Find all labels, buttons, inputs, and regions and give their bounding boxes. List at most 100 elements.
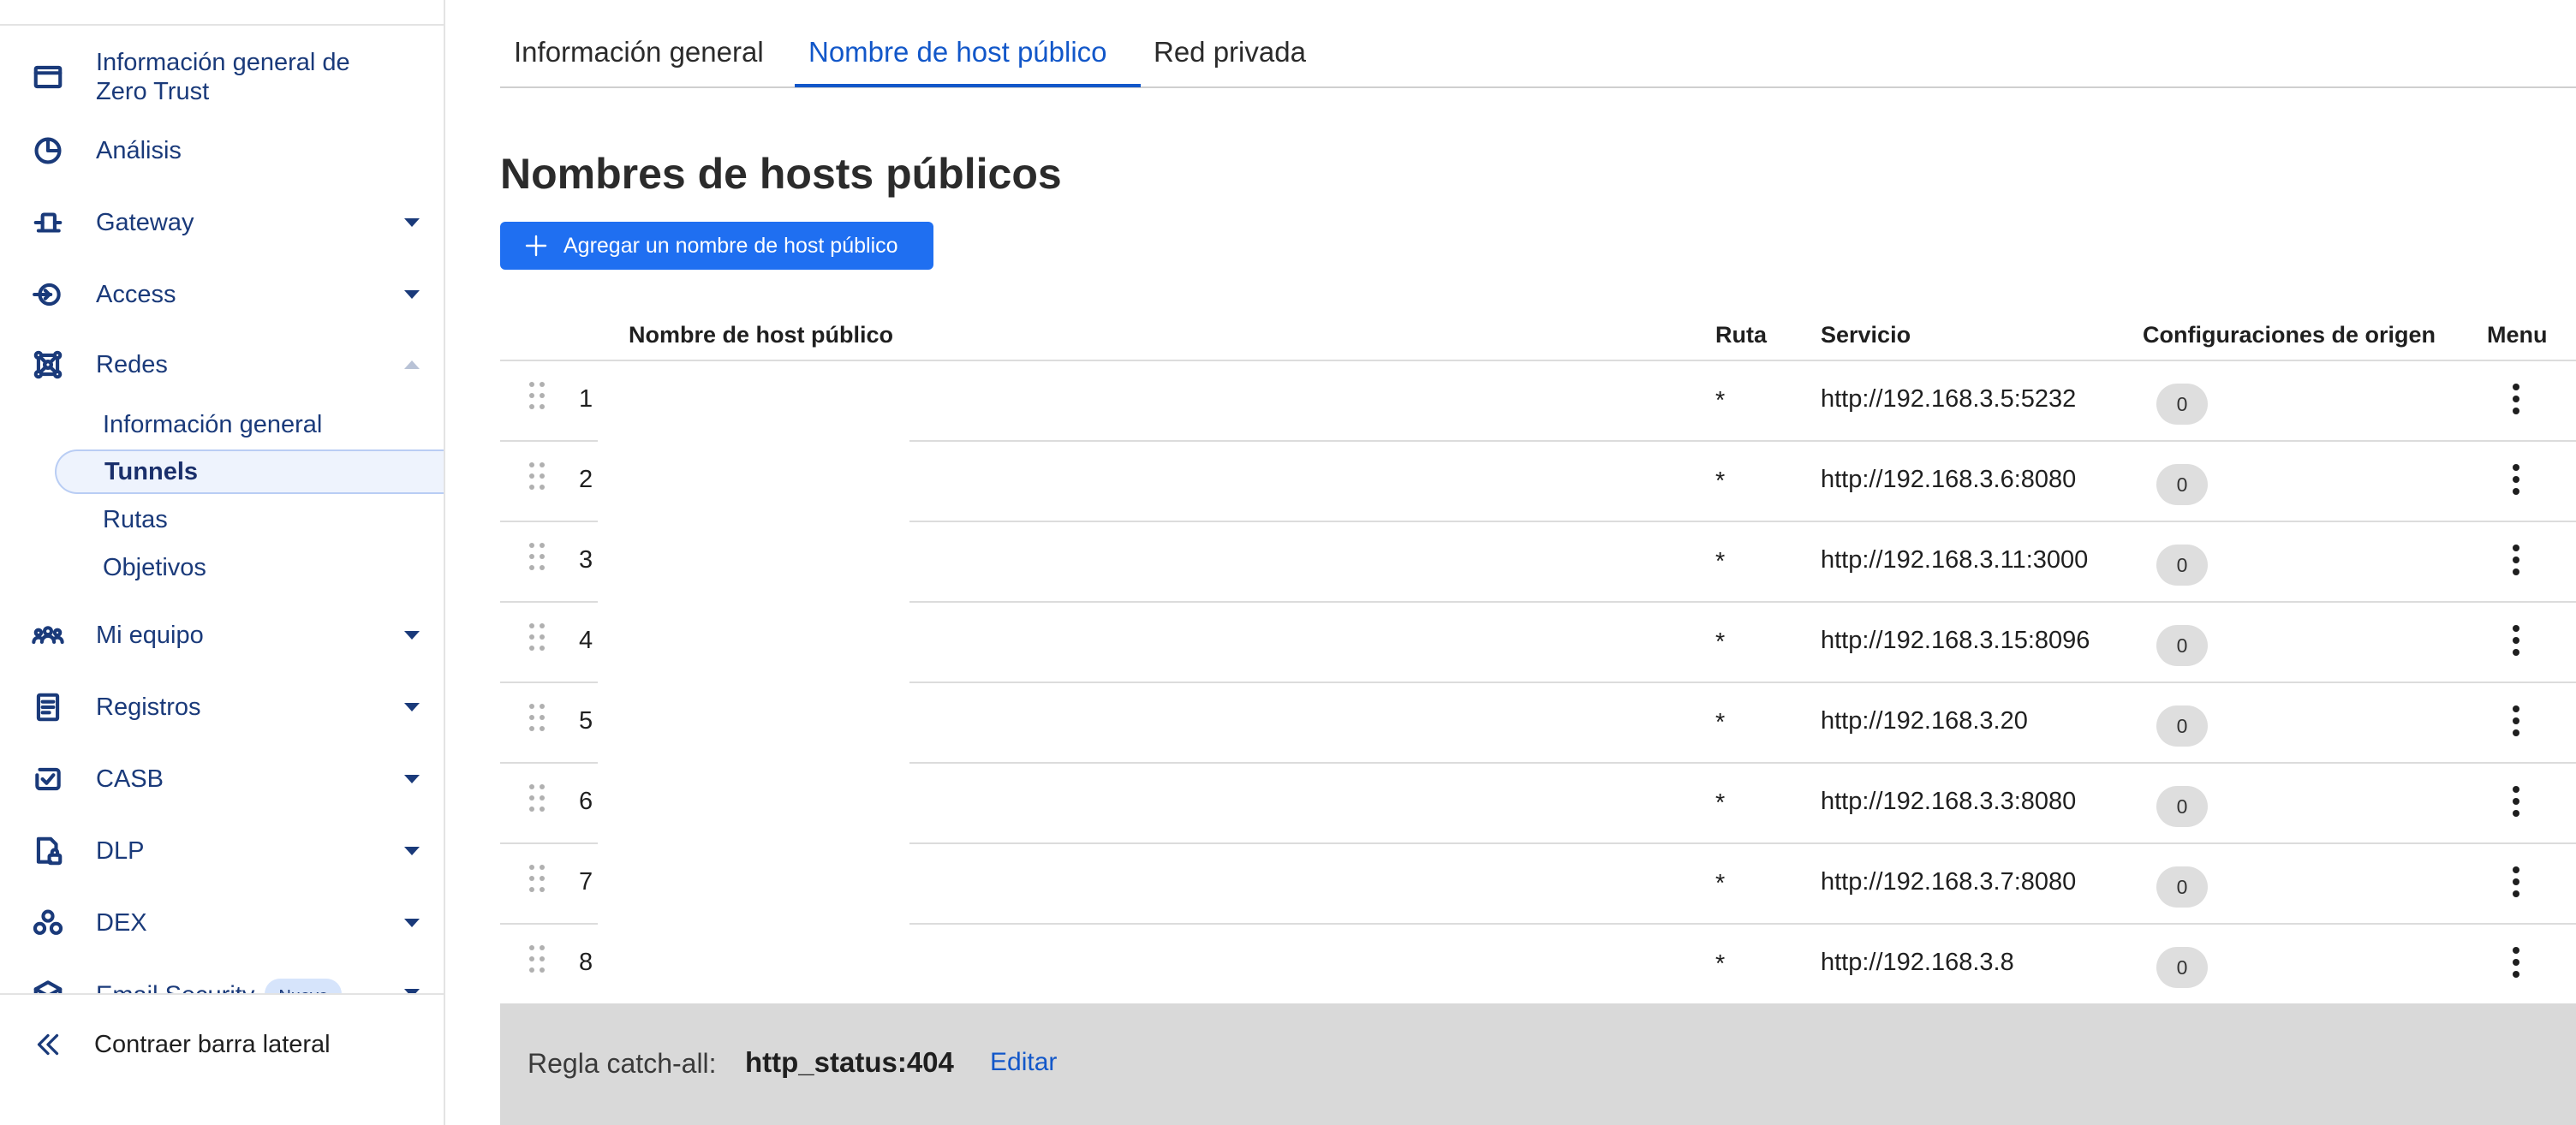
catch-all-value: http_status:404 (745, 1046, 954, 1078)
sidebar: Información general de Zero Trust Anális… (0, 0, 445, 1125)
row-number: 3 (579, 546, 593, 574)
sidebar-item-label: Registros (96, 693, 201, 721)
add-public-hostname-button[interactable]: Agregar un nombre de host público (500, 222, 933, 270)
sidebar-item-dlp[interactable]: DLP (0, 834, 444, 868)
table-row[interactable]: 6 * http://192.168.3.3:8080 0 (500, 764, 2576, 844)
sidebar-item-label: DEX (96, 909, 147, 937)
sidebar-top-divider (0, 24, 444, 26)
sidebar-item-my-team[interactable]: Mi equipo (0, 618, 444, 652)
sidebar-subitem-tunnels[interactable]: Tunnels (55, 449, 444, 494)
row-route: * (1715, 628, 1726, 656)
column-header-service[interactable]: Servicio (1821, 322, 1911, 348)
row-route: * (1715, 709, 1726, 736)
sidebar-item-zero-trust-overview[interactable]: Información general de Zero Trust (0, 48, 444, 108)
drag-handle-icon[interactable] (528, 541, 546, 580)
table-row[interactable]: 2 * http://192.168.3.6:8080 0 (500, 442, 2576, 522)
tab-public-hostname[interactable]: Nombre de host público (808, 36, 1107, 68)
row-route: * (1715, 387, 1726, 414)
pie-chart-icon (31, 134, 65, 168)
collapse-sidebar-label: Contraer barra lateral (94, 1031, 331, 1058)
collapse-sidebar-button[interactable]: Contraer barra lateral (0, 993, 444, 1096)
origin-settings-count-badge: 0 (2156, 786, 2208, 827)
chevron-down-icon[interactable] (402, 217, 421, 229)
double-chevron-left-icon (33, 1029, 63, 1060)
tab-private-network[interactable]: Red privada (1154, 36, 1306, 68)
row-kebab-menu-icon[interactable] (2504, 622, 2528, 659)
browser-window-icon (31, 60, 65, 94)
origin-settings-count-badge: 0 (2156, 866, 2208, 908)
drag-handle-icon[interactable] (528, 863, 546, 902)
table-row[interactable]: 1 * http://192.168.3.5:5232 0 (500, 361, 2576, 442)
table-row[interactable]: 4 * http://192.168.3.15:8096 0 (500, 603, 2576, 683)
row-kebab-menu-icon[interactable] (2504, 943, 2528, 981)
row-route: * (1715, 950, 1726, 978)
sidebar-item-analytics[interactable]: Análisis (0, 134, 444, 168)
row-service: http://192.168.3.20 (1821, 707, 2028, 735)
team-icon (31, 618, 65, 652)
sidebar-item-label-line1: Información general de (96, 49, 350, 76)
drag-handle-icon[interactable] (528, 622, 546, 661)
chevron-down-icon[interactable] (402, 629, 421, 641)
row-route: * (1715, 870, 1726, 897)
sidebar-item-casb[interactable]: CASB (0, 762, 444, 796)
main-content: Información general Nombre de host públi… (500, 0, 2576, 1125)
sidebar-item-label: Access (96, 281, 176, 308)
chevron-down-icon[interactable] (402, 701, 421, 713)
sidebar-item-gateway[interactable]: Gateway (0, 205, 444, 240)
chevron-up-icon[interactable] (402, 359, 421, 371)
edit-catch-all-link[interactable]: Editar (990, 1048, 1057, 1077)
row-service: http://192.168.3.8 (1821, 949, 2014, 976)
plus-icon (524, 234, 548, 258)
row-route: * (1715, 548, 1726, 575)
origin-settings-count-badge: 0 (2156, 625, 2208, 666)
chevron-down-icon[interactable] (402, 773, 421, 785)
row-number: 5 (579, 707, 593, 735)
catch-all-rule-bar: Regla catch-all: http_status:404 Editar (500, 1003, 2576, 1125)
row-route: * (1715, 467, 1726, 495)
row-service: http://192.168.3.3:8080 (1821, 788, 2077, 815)
drag-handle-icon[interactable] (528, 943, 546, 983)
catch-all-label: Regla catch-all: (528, 1048, 717, 1079)
sidebar-item-dex[interactable]: DEX (0, 906, 444, 940)
sidebar-subitem-routes[interactable]: Rutas (55, 497, 444, 542)
row-number: 4 (579, 627, 593, 654)
chevron-down-icon[interactable] (402, 289, 421, 301)
drag-handle-icon[interactable] (528, 702, 546, 741)
sidebar-item-label-line2: Zero Trust (96, 78, 210, 105)
sidebar-item-label: Mi equipo (96, 622, 204, 649)
drag-handle-icon[interactable] (528, 380, 546, 420)
column-header-menu: Menu (2487, 322, 2548, 348)
tab-overview[interactable]: Información general (514, 36, 764, 68)
row-kebab-menu-icon[interactable] (2504, 783, 2528, 820)
origin-settings-count-badge: 0 (2156, 384, 2208, 425)
row-kebab-menu-icon[interactable] (2504, 380, 2528, 418)
sidebar-subitem-overview[interactable]: Información general (55, 402, 444, 447)
column-header-hostname[interactable]: Nombre de host público (629, 322, 893, 348)
sidebar-item-access[interactable]: Access (0, 277, 444, 312)
row-kebab-menu-icon[interactable] (2504, 702, 2528, 740)
sidebar-item-logs[interactable]: Registros (0, 690, 444, 724)
drag-handle-icon[interactable] (528, 783, 546, 822)
table-row[interactable]: 3 * http://192.168.3.11:3000 0 (500, 522, 2576, 603)
table-row[interactable]: 8 * http://192.168.3.8 0 (500, 925, 2576, 1005)
column-header-origin-settings[interactable]: Configuraciones de origen (2143, 322, 2436, 348)
row-kebab-menu-icon[interactable] (2504, 461, 2528, 498)
row-kebab-menu-icon[interactable] (2504, 541, 2528, 579)
chevron-down-icon[interactable] (402, 917, 421, 929)
table-row[interactable]: 7 * http://192.168.3.7:8080 0 (500, 844, 2576, 925)
sidebar-item-label: Análisis (96, 137, 182, 164)
origin-settings-count-badge: 0 (2156, 545, 2208, 586)
row-kebab-menu-icon[interactable] (2504, 863, 2528, 901)
row-service: http://192.168.3.11:3000 (1821, 546, 2089, 574)
sidebar-item-label: DLP (96, 837, 145, 865)
sidebar-subitem-targets[interactable]: Objetivos (55, 545, 444, 590)
row-service: http://192.168.3.5:5232 (1821, 385, 2077, 413)
origin-settings-count-badge: 0 (2156, 464, 2208, 505)
column-header-route[interactable]: Ruta (1715, 322, 1767, 348)
drag-handle-icon[interactable] (528, 461, 546, 500)
table-row[interactable]: 5 * http://192.168.3.20 0 (500, 683, 2576, 764)
row-number: 8 (579, 949, 593, 976)
origin-settings-count-badge: 0 (2156, 947, 2208, 988)
chevron-down-icon[interactable] (402, 845, 421, 857)
sidebar-item-networks[interactable]: Redes (0, 348, 444, 382)
